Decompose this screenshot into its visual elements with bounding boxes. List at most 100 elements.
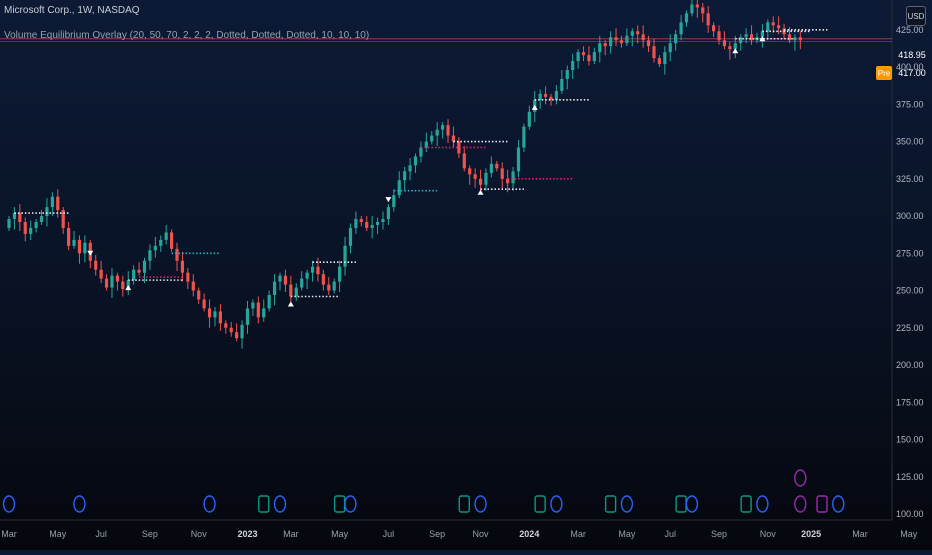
candle-body — [798, 37, 802, 41]
candle-body — [207, 308, 212, 318]
candle-body — [701, 7, 705, 14]
y-tick-label: 425.00 — [896, 25, 924, 35]
candle-body — [684, 13, 689, 23]
y-tick-label: 250.00 — [896, 286, 924, 296]
candle-body — [543, 93, 548, 97]
x-tick-label: May — [900, 529, 918, 539]
earnings-event-icon[interactable] — [816, 495, 828, 513]
candle-body — [213, 311, 217, 318]
dividend-event-icon[interactable] — [344, 495, 357, 513]
candle-body — [744, 34, 748, 38]
x-tick-label: Nov — [760, 529, 777, 539]
candle-body — [478, 178, 483, 185]
candle-body — [148, 250, 152, 261]
candle-body — [424, 141, 428, 148]
x-tick-label: Mar — [570, 529, 586, 539]
candle-body — [435, 129, 439, 136]
price-chart[interactable]: 425.00400.00375.00350.00325.00300.00275.… — [0, 0, 932, 550]
candle-body — [554, 90, 559, 100]
candle-body — [565, 70, 569, 79]
candle-body — [706, 13, 710, 26]
candle-body — [338, 266, 342, 282]
candle-body — [218, 311, 222, 324]
earnings-event-icon[interactable] — [258, 495, 270, 513]
y-tick-label: 225.00 — [896, 323, 924, 333]
dividend-event-icon[interactable] — [203, 495, 216, 513]
dividend-event-icon[interactable] — [620, 495, 634, 513]
candle-body — [235, 332, 239, 339]
candle-body — [343, 245, 347, 267]
chart-area[interactable]: 425.00 400.00 375.00 350.00 325.00 300.00 275.… — [0, 0, 932, 550]
dividend-event-icon[interactable] — [832, 495, 845, 513]
signal-arrow-up — [477, 189, 484, 195]
candle-body — [722, 40, 727, 47]
candle-body — [7, 219, 11, 228]
upcoming-event-icon[interactable] — [794, 469, 807, 487]
candle-body — [614, 37, 618, 41]
candle-body — [83, 242, 87, 254]
candle-body — [278, 275, 282, 282]
candle-body — [446, 125, 450, 136]
candle-body — [240, 324, 244, 339]
split-event-icon[interactable] — [794, 495, 807, 513]
x-tick-label: Jul — [383, 529, 395, 539]
candle-body — [777, 25, 781, 29]
candle-body — [272, 281, 277, 296]
earnings-event-icon[interactable] — [740, 495, 752, 513]
candle-body — [245, 308, 250, 325]
dividend-event-icon[interactable] — [550, 495, 563, 513]
candle-body — [381, 219, 385, 223]
earnings-event-icon[interactable] — [604, 495, 617, 513]
candle-body — [484, 172, 488, 185]
candle-body — [603, 43, 607, 47]
candle-body — [267, 295, 271, 309]
earnings-event-icon[interactable] — [675, 495, 687, 513]
candle-body — [23, 222, 27, 234]
x-tick-label: Mar — [852, 529, 868, 539]
earnings-event-icon[interactable] — [458, 495, 470, 513]
x-tick-label: Jul — [664, 529, 676, 539]
candle-body — [663, 52, 667, 65]
candle-body — [289, 284, 293, 297]
candle-body — [153, 245, 157, 251]
x-tick-label: Jul — [95, 529, 107, 539]
premarket-price-tag: 417.00 — [898, 68, 926, 78]
candle-body — [321, 274, 325, 285]
indicator-title[interactable]: Volume Equilibrium Overlay (20, 50, 70, … — [4, 30, 369, 41]
candle-body — [175, 248, 179, 261]
signal-arrow-down — [385, 197, 392, 203]
candle-body — [300, 278, 304, 288]
candle-body — [50, 196, 54, 208]
candle-body — [370, 224, 374, 228]
candle-body — [283, 275, 288, 285]
candle-body — [29, 227, 33, 234]
earnings-event-icon[interactable] — [534, 495, 546, 513]
currency-selector[interactable]: USD — [906, 6, 926, 26]
candle-body — [397, 180, 401, 196]
earnings-event-icon[interactable] — [333, 495, 346, 513]
dividend-event-icon[interactable] — [73, 495, 86, 513]
candle-body — [641, 34, 645, 41]
candle-body — [619, 40, 624, 44]
candle-body — [695, 4, 699, 8]
x-tick-label: Mar — [283, 529, 299, 539]
x-tick-label: 2025 — [801, 529, 821, 539]
candle-body — [451, 135, 456, 142]
candle-body — [191, 281, 195, 291]
candle-body — [180, 260, 185, 273]
x-tick-label: Nov — [191, 529, 208, 539]
dividend-event-icon[interactable] — [273, 495, 287, 513]
candle-body — [327, 284, 331, 291]
dividend-event-icon[interactable] — [756, 495, 769, 513]
dividend-event-icon[interactable] — [685, 495, 699, 513]
candle-body — [690, 4, 694, 14]
dividend-event-icon[interactable] — [2, 495, 16, 513]
symbol-title: Microsoft Corp., 1W, NASDAQ — [4, 5, 140, 16]
dividend-event-icon[interactable] — [474, 495, 487, 513]
candle-body — [403, 171, 407, 181]
candle-body — [630, 31, 634, 36]
candle-body — [197, 290, 201, 300]
candle-body — [310, 266, 315, 273]
signal-arrow-up — [287, 301, 294, 307]
candle-body — [56, 196, 60, 211]
